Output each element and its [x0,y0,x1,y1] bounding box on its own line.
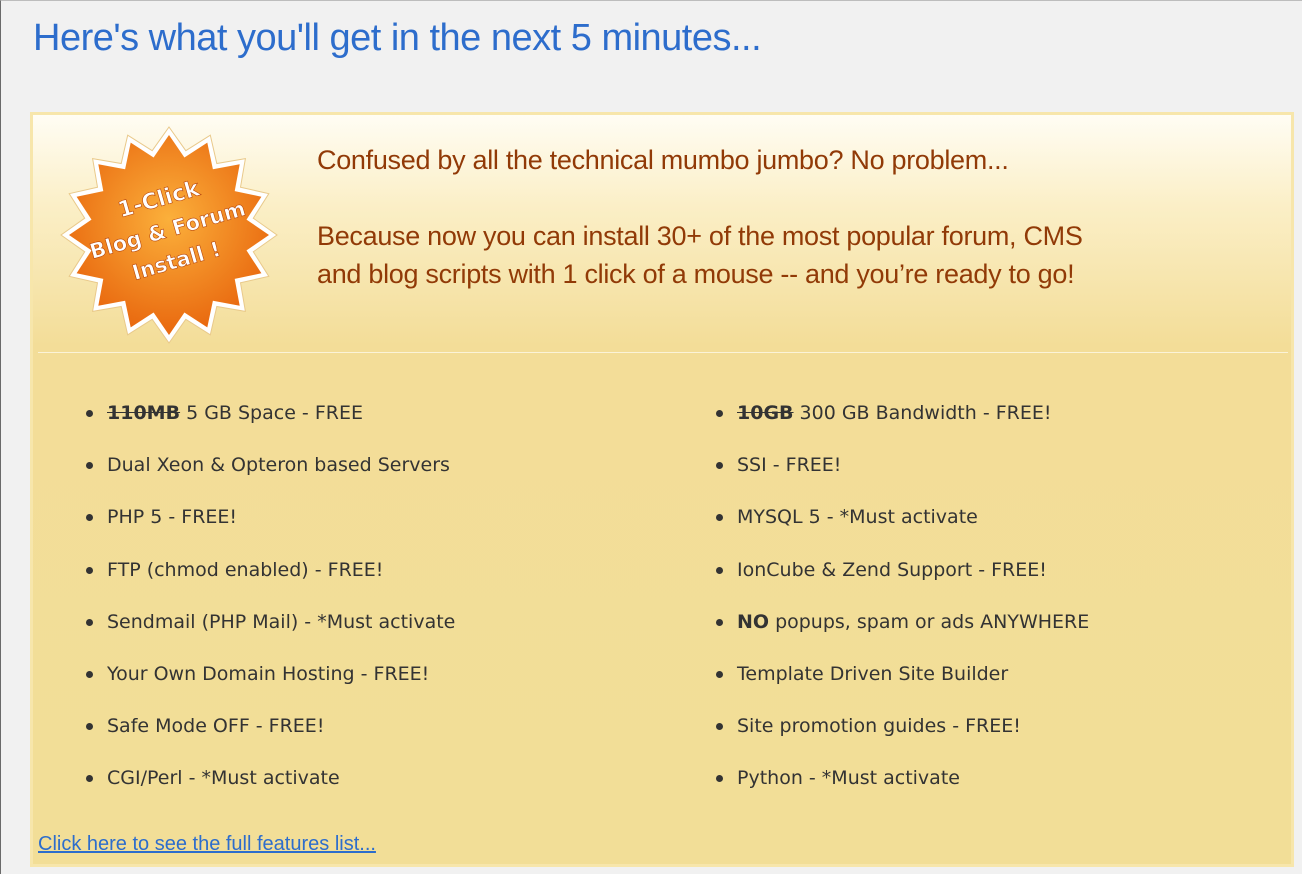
page-headline: Here's what you'll get in the next 5 min… [33,17,762,59]
bullet-icon [716,775,723,783]
intro-line-2: Because now you can install 30+ of the m… [317,221,1083,251]
starburst-badge-icon: 1-Click Blog & Forum Install ! [60,126,278,344]
full-features-link[interactable]: Click here to see the full features list… [38,833,376,856]
bullet-icon [86,775,93,783]
old-value: 10GB [737,402,794,424]
bullet-icon [716,566,723,574]
bullet-icon [716,514,723,522]
feature-text: CGI/Perl - *Must activate [107,767,340,790]
feature-text: Sendmail (PHP Mail) - *Must activate [107,610,456,633]
feature-item: Your Own Domain Hosting - FREE! [86,659,455,711]
intro-line-1: Confused by all the technical mumbo jumb… [317,145,1009,175]
bullet-icon [86,618,93,626]
feature-text: Dual Xeon & Opteron based Servers [107,454,450,477]
feature-text: Site promotion guides - FREE! [737,715,1021,738]
feature-item: Safe Mode OFF - FREE! [86,711,455,763]
feature-text: popups, spam or ads ANYWHERE [775,610,1090,633]
bullet-icon [86,514,93,522]
panel-divider [38,352,1288,353]
feature-item: IonCube & Zend Support - FREE! [716,555,1089,607]
bullet-icon [716,462,723,470]
bullet-icon [86,670,93,678]
feature-text: FTP (chmod enabled) - FREE! [107,558,384,581]
intro-line-3: and blog scripts with 1 click of a mouse… [317,259,1075,289]
feature-item: Dual Xeon & Opteron based Servers [86,450,455,502]
emphasis-text: NO [737,610,770,633]
bullet-icon [86,462,93,470]
feature-item: Sendmail (PHP Mail) - *Must activate [86,607,455,659]
feature-item: MYSQL 5 - *Must activate [716,502,1089,554]
feature-text: 5 GB Space - FREE [186,402,363,424]
features-list-right: 10GB 300 GB Bandwidth - FREE! SSI - FREE! M… [716,398,1089,816]
feature-item: FTP (chmod enabled) - FREE! [86,555,455,607]
bullet-icon [86,723,93,731]
feature-item: Template Driven Site Builder [716,659,1089,711]
bullet-icon [716,670,723,678]
feature-text: PHP 5 - FREE! [107,506,238,529]
feature-text: IonCube & Zend Support - FREE! [737,558,1047,581]
feature-item: CGI/Perl - *Must activate [86,763,455,815]
bullet-icon [86,566,93,574]
features-list-left: 110MB 5 GB Space - FREE Dual Xeon & Optero… [86,398,455,816]
feature-text: Safe Mode OFF - FREE! [107,715,325,738]
bullet-icon [716,410,723,417]
intro-text: Confused by all the technical mumbo jumb… [317,141,1267,293]
old-value: 110MB [107,402,181,424]
feature-text: Python - *Must activate [737,767,960,790]
feature-text: MYSQL 5 - *Must activate [737,506,978,529]
feature-text: Your Own Domain Hosting - FREE! [107,662,430,685]
feature-item: SSI - FREE! [716,450,1089,502]
bullet-icon [716,723,723,731]
feature-text: SSI - FREE! [737,454,842,477]
feature-item: NO popups, spam or ads ANYWHERE [716,607,1089,659]
feature-item: 10GB 300 GB Bandwidth - FREE! [716,398,1089,450]
feature-item: 110MB 5 GB Space - FREE [86,398,455,450]
bullet-icon [86,410,93,417]
feature-item: PHP 5 - FREE! [86,502,455,554]
feature-item: Python - *Must activate [716,763,1089,815]
bullet-icon [716,618,723,626]
feature-text: 300 GB Bandwidth - FREE! [799,402,1052,424]
feature-text: Template Driven Site Builder [737,662,1009,685]
features-panel: 1-Click Blog & Forum Install ! Confused … [30,112,1294,867]
feature-item: Site promotion guides - FREE! [716,711,1089,763]
page: Here's what you'll get in the next 5 min… [0,0,1302,874]
